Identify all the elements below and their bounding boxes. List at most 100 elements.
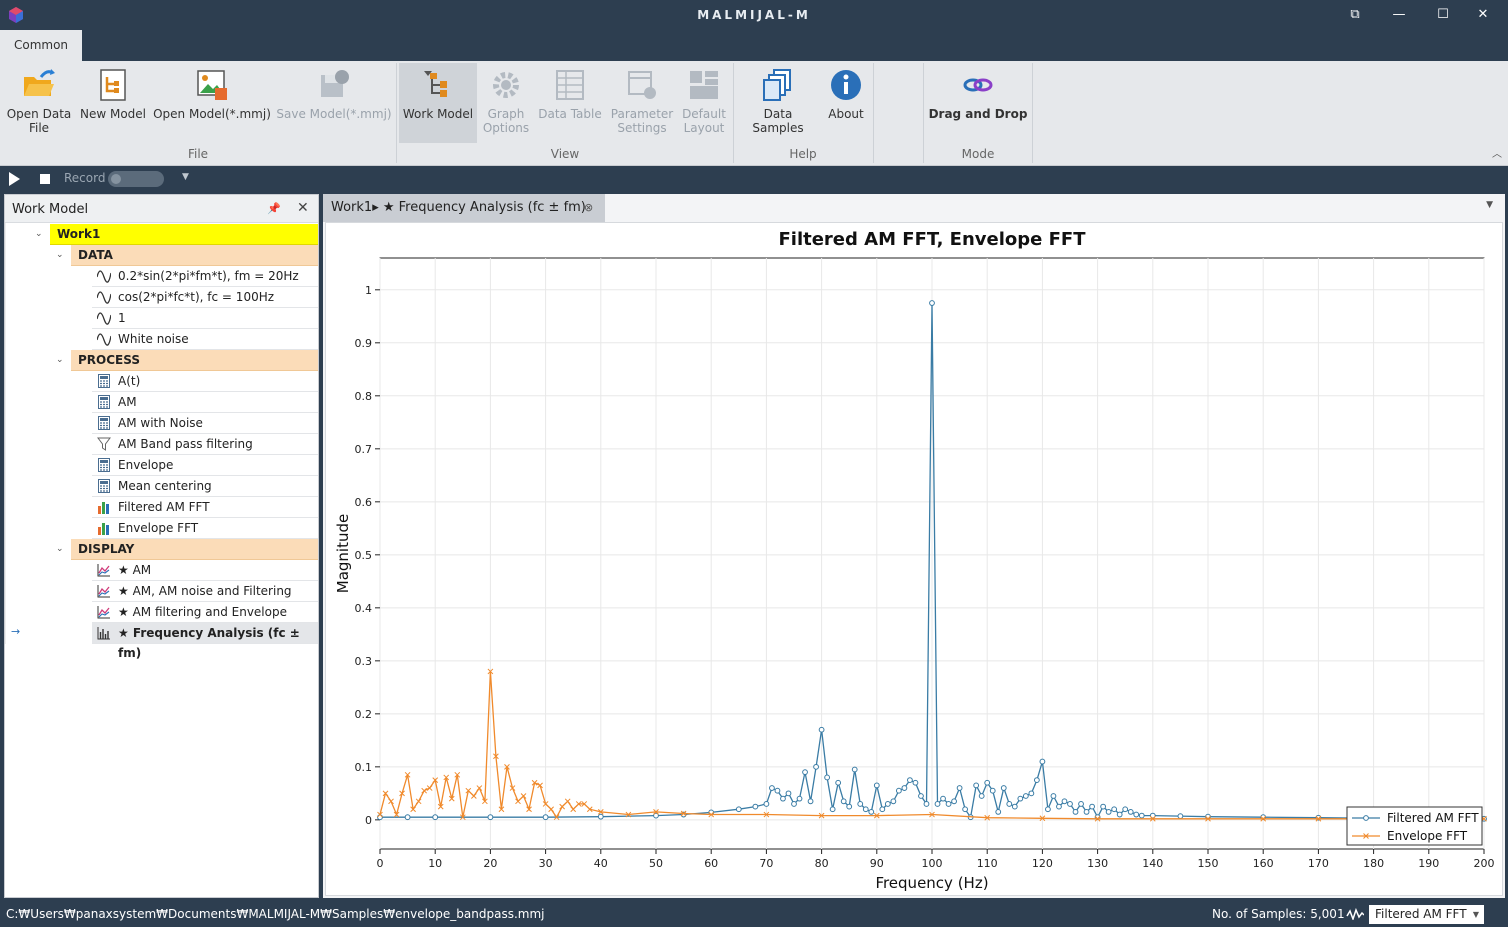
tree-section-process[interactable]: PROCESS — [71, 350, 318, 371]
layout-icon — [690, 71, 718, 99]
data-point — [1017, 795, 1024, 802]
tree-item[interactable]: White noise — [92, 329, 318, 350]
wave-icon — [96, 269, 112, 283]
tree-item-label: AM Band pass filtering — [118, 437, 253, 451]
data-point — [818, 726, 825, 733]
close-button[interactable]: ✕ — [1468, 5, 1498, 25]
restore-layout-icon[interactable]: ⧉ — [1340, 5, 1370, 25]
series-select-value: Filtered AM FFT — [1375, 907, 1467, 921]
data-point — [862, 806, 869, 813]
graph-options-button[interactable]: Graph Options — [478, 63, 534, 143]
chevron-down-icon[interactable]: ⌄ — [56, 544, 64, 554]
data-point — [868, 808, 875, 815]
data-point — [1000, 785, 1007, 791]
file-path: C:₩Users₩panaxsystem₩Documents₩MALMIJAL-… — [6, 907, 545, 921]
tree-item[interactable]: Envelope — [92, 455, 318, 476]
doc-tab-frequency-analysis[interactable]: Work1▸ ★ Frequency Analysis (fc ± fm) ⊗ — [323, 194, 605, 222]
chevron-down-icon[interactable]: ⌄ — [35, 229, 43, 239]
tree-item[interactable]: cos(2*pi*fc*t), fc = 100Hz — [92, 287, 318, 308]
tree-item[interactable]: ★ AM — [92, 560, 318, 581]
tree-item[interactable]: A(t) — [92, 371, 318, 392]
data-point — [851, 766, 858, 773]
new-model-button[interactable]: New Model — [78, 63, 148, 143]
pin-icon[interactable]: 📌 — [267, 202, 281, 215]
drag-and-drop-button[interactable]: Drag and Drop — [926, 63, 1030, 143]
record-toggle[interactable] — [108, 171, 164, 187]
data-point — [879, 806, 886, 813]
x-tick-label: 30 — [539, 857, 553, 870]
open-data-file-label: Open Data File — [6, 107, 72, 135]
collapse-ribbon-icon[interactable]: ︿ — [1492, 145, 1502, 160]
data-point — [774, 787, 781, 794]
chevron-down-icon[interactable]: ⌄ — [56, 250, 64, 260]
x-tick-label: 180 — [1363, 857, 1384, 870]
data-samples-button[interactable]: Data Samples — [738, 63, 818, 143]
record-dropdown-icon[interactable]: ▼ — [182, 172, 189, 182]
data-point — [1045, 806, 1051, 813]
data-point — [404, 814, 411, 821]
doc-list-dropdown-icon[interactable]: ▼ — [1486, 200, 1493, 210]
work-model-button[interactable]: Work Model — [399, 63, 477, 143]
doc-tab-close-icon[interactable]: ⊗ — [584, 194, 593, 222]
maximize-button[interactable]: ☐ — [1428, 5, 1458, 25]
x-tick-label: 50 — [649, 857, 663, 870]
tree-item-label: Envelope — [118, 458, 174, 472]
parameter-settings-button[interactable]: Parameter Settings — [608, 63, 676, 143]
frequency-chart[interactable]: 0 10 20 30 40 50 60 70 80 90 100 110 120 130 140 150 160… — [326, 223, 1502, 895]
data-point — [1072, 808, 1079, 815]
tree-item[interactable]: ★ Frequency Analysis (fc ± fm) — [92, 623, 318, 660]
tree-item-label: Mean centering — [118, 479, 212, 493]
current-item-arrow-icon: → — [11, 625, 21, 638]
tree-item[interactable]: AM with Noise — [92, 413, 318, 434]
tree-item[interactable]: ★ AM filtering and Envelope — [92, 602, 318, 623]
data-table-button[interactable]: Data Table — [536, 63, 604, 143]
data-point — [840, 798, 847, 805]
x-tick-label: 0 — [377, 857, 384, 870]
drag-and-drop-label: Drag and Drop — [928, 107, 1028, 121]
open-model-button[interactable]: Open Model(*.mmj) — [152, 63, 272, 143]
tree-root-work1[interactable]: Work1 — [50, 224, 318, 245]
minimize-button[interactable]: — — [1384, 5, 1414, 25]
about-button[interactable]: About — [822, 63, 870, 143]
data-point — [829, 806, 836, 813]
tree-item[interactable]: 1 — [92, 308, 318, 329]
tab-common[interactable]: Common — [0, 30, 82, 61]
open-data-file-button[interactable]: Open Data File — [4, 63, 74, 143]
x-tick-label: 150 — [1198, 857, 1219, 870]
data-point — [802, 769, 808, 776]
parameter-settings-icon — [628, 71, 656, 99]
new-model-label: New Model — [79, 107, 147, 121]
data-point — [432, 814, 439, 821]
chevron-down-icon[interactable]: ⌄ — [56, 355, 64, 365]
tree-section-data[interactable]: DATA — [71, 245, 318, 266]
tree-item[interactable]: AM — [92, 392, 318, 413]
tree-section-display[interactable]: DISPLAY — [71, 539, 318, 560]
tree-section-label: PROCESS — [78, 353, 140, 367]
tree-item[interactable]: Mean centering — [92, 476, 318, 497]
tree-item[interactable]: AM Band pass filtering — [92, 434, 318, 455]
default-layout-button[interactable]: Default Layout — [678, 63, 730, 143]
work-model-panel: Work Model 📌 ✕ Work1 ⌄ DATA ⌄ 0.2*sin(2*pi*f… — [4, 194, 319, 898]
data-point — [835, 779, 842, 786]
data-point — [1083, 808, 1090, 815]
data-point — [1177, 813, 1184, 820]
x-tick-label: 100 — [922, 857, 943, 870]
data-point — [934, 801, 941, 807]
save-model-button[interactable]: Save Model(*.mmj) — [276, 63, 392, 143]
data-point — [1138, 812, 1145, 819]
play-icon[interactable] — [9, 172, 20, 186]
x-tick-label: 130 — [1087, 857, 1108, 870]
data-point — [752, 803, 759, 810]
data-point — [918, 793, 924, 799]
tree-item[interactable]: 0.2*sin(2*pi*fm*t), fm = 20Hz — [92, 266, 318, 287]
title-bar: MALMIJAL-M ⧉ — ☐ ✕ — [0, 0, 1508, 30]
line-chart-icon — [97, 584, 111, 598]
graph-options-label: Graph Options — [482, 107, 530, 135]
tree-item[interactable]: Filtered AM FFT — [92, 497, 318, 518]
bar-chart-icon — [97, 521, 111, 535]
tree-item[interactable]: ★ AM, AM noise and Filtering — [92, 581, 318, 602]
series-select[interactable]: Filtered AM FFT ▼ — [1369, 905, 1484, 924]
stop-icon[interactable] — [40, 174, 50, 184]
panel-close-icon[interactable]: ✕ — [297, 200, 309, 216]
tree-item[interactable]: Envelope FFT — [92, 518, 318, 539]
